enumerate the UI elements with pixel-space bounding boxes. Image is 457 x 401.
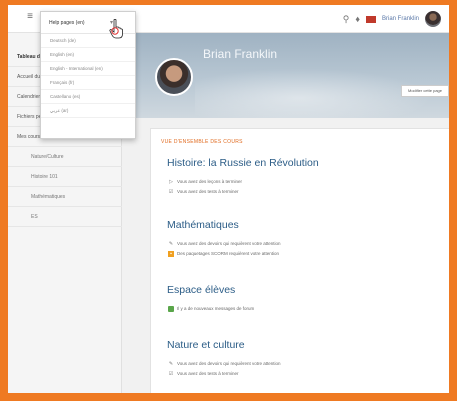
dropdown-current[interactable]: Help pages (en) ▾ — [41, 12, 135, 39]
search-icon[interactable]: ⚲ — [343, 9, 350, 29]
play-icon: ▷ — [169, 178, 173, 185]
notification-text: Il y a de nouveaux messages de forum — [177, 306, 255, 311]
main-content: Brian Franklin Modifier cette page VUE D… — [135, 33, 449, 393]
profile-header: Brian Franklin Modifier cette page — [135, 33, 449, 118]
sidebar-item-course[interactable]: Histoire 101 — [8, 167, 122, 187]
notification-text: Vous avez des tests à terminer — [177, 371, 239, 376]
sidebar-item-course[interactable]: Nature/Culture — [8, 147, 122, 167]
course-link[interactable]: Nature et culture — [167, 339, 245, 351]
user-name[interactable]: Brian Franklin — [382, 16, 419, 22]
notification-text: Des paquetages SCORM requièrent votre at… — [177, 251, 280, 256]
language-dropdown[interactable]: Help pages (en) ▾ Deutsch (de) English (… — [40, 11, 136, 139]
dropdown-option[interactable]: Français (fr) — [41, 76, 135, 90]
course-notification[interactable]: ▷ Vous avez des leçons à terminer — [168, 177, 242, 186]
assignment-icon: ✎ — [168, 240, 174, 247]
sidebar-item-course[interactable]: Mathématiques — [8, 187, 122, 207]
course-notification[interactable]: ▪ Des paquetages SCORM requièrent votre … — [168, 249, 279, 258]
dropdown-option[interactable]: English (en) — [41, 48, 135, 62]
notification-text: Vous avez des leçons à terminer — [177, 179, 243, 184]
edit-page-button[interactable]: Modifier cette page — [401, 85, 449, 97]
hamburger-icon[interactable]: ≡ — [24, 11, 36, 23]
profile-picture — [155, 58, 193, 96]
notification-text: Vous avez des tests à terminer — [177, 189, 239, 194]
scorm-icon: ▪ — [168, 250, 174, 257]
app-window: ≡ ⚲ ♦ Brian Franklin Tableau de bord Acc… — [8, 5, 449, 393]
notification-text: Vous avez des devoirs qui requièrent vot… — [177, 241, 281, 246]
dropdown-current-label: Help pages (en) — [49, 20, 85, 26]
course-link[interactable]: Mathématiques — [167, 219, 239, 231]
quiz-icon: ☑ — [168, 188, 174, 195]
avatar[interactable] — [425, 11, 441, 27]
course-overview-card: VUE D'ENSEMBLE DES COURS Histoire: la Ru… — [150, 128, 449, 393]
course-link[interactable]: Espace élèves — [167, 284, 235, 296]
bell-icon[interactable]: ♦ — [355, 9, 360, 29]
section-title: VUE D'ENSEMBLE DES COURS — [161, 139, 243, 145]
course-link[interactable]: Histoire: la Russie en Révolution — [167, 157, 319, 169]
dropdown-option[interactable]: Castellano (es) — [41, 90, 135, 104]
hand-cursor-icon — [109, 19, 123, 39]
notification-text: Vous avez des devoirs qui requièrent vot… — [177, 361, 281, 366]
course-notification[interactable]: ☑ Vous avez des tests à terminer — [168, 369, 239, 378]
course-notification[interactable]: ✎ Vous avez des devoirs qui requièrent v… — [168, 359, 281, 368]
course-notification[interactable]: ✎ Vous avez des devoirs qui requièrent v… — [168, 239, 281, 248]
quiz-icon: ☑ — [168, 370, 174, 377]
course-notification[interactable]: Il y a de nouveaux messages de forum — [168, 304, 254, 313]
dropdown-option[interactable]: عربي (ar) — [41, 104, 135, 118]
dropdown-option[interactable]: English - International (en) — [41, 62, 135, 76]
course-notification[interactable]: ☑ Vous avez des tests à terminer — [168, 187, 239, 196]
language-flag-icon[interactable] — [365, 15, 376, 23]
sidebar-item-course[interactable]: ES — [8, 207, 122, 227]
profile-name: Brian Franklin — [203, 47, 278, 61]
assignment-icon: ✎ — [168, 360, 174, 367]
user-menu-area: ⚲ ♦ Brian Franklin — [343, 9, 441, 29]
forum-icon — [168, 305, 174, 312]
